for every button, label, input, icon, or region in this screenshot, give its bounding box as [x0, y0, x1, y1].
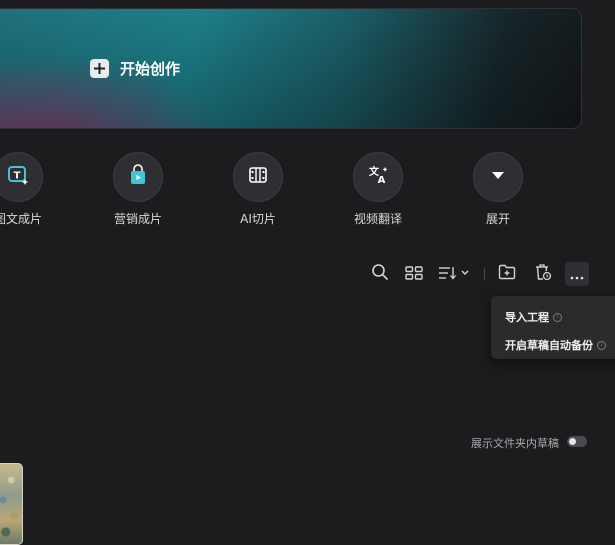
new-folder-icon: [498, 264, 516, 284]
svg-text:T: T: [14, 171, 21, 182]
more-menu: 导入工程 i 开启草稿自动备份 i: [491, 296, 615, 359]
sort-dropdown-button[interactable]: [438, 262, 472, 286]
more-button[interactable]: [565, 262, 589, 286]
tool-text-to-video[interactable]: T 图文成片: [0, 152, 63, 227]
tool-label: AI切片: [240, 212, 276, 226]
show-folder-drafts-toggle[interactable]: [567, 436, 587, 447]
trash-button[interactable]: [533, 262, 553, 286]
menu-item-label: 开启草稿自动备份: [505, 339, 593, 352]
tool-label: 图文成片: [0, 212, 42, 226]
create-banner[interactable]: 开始创作: [0, 8, 582, 129]
banner-overlay: [0, 9, 581, 128]
shopping-bag-icon: [127, 164, 149, 190]
menu-item-label: 导入工程: [505, 311, 549, 324]
tool-circle[interactable]: [113, 152, 163, 202]
info-icon[interactable]: i: [597, 340, 606, 350]
text-to-video-icon: T: [7, 164, 29, 190]
tool-expand[interactable]: 展开: [453, 152, 543, 227]
info-icon[interactable]: i: [553, 312, 562, 322]
svg-text:A: A: [378, 175, 386, 186]
search-icon: [371, 263, 389, 285]
tool-marketing-video[interactable]: 营销成片: [93, 152, 183, 227]
grid-view-icon: [405, 265, 423, 284]
show-folder-drafts-label: 展示文件夹内草稿: [471, 437, 559, 450]
tool-ai-clip[interactable]: AI切片: [213, 152, 303, 227]
tool-label: 展开: [485, 212, 510, 226]
tool-circle[interactable]: [473, 152, 523, 202]
film-strip-icon: [247, 164, 269, 190]
more-icon: [570, 265, 584, 284]
start-create-button[interactable]: 开始创作: [90, 58, 180, 79]
menu-item-auto-backup[interactable]: 开启草稿自动备份 i: [505, 337, 606, 353]
new-folder-button[interactable]: [497, 262, 517, 286]
view-toggle-button[interactable]: [403, 262, 425, 286]
tool-circle[interactable]: T: [0, 152, 43, 202]
tool-video-translate[interactable]: 文 A 视频翻译: [333, 152, 423, 227]
sort-icon: [438, 265, 472, 284]
chevron-down-icon: [487, 164, 509, 190]
tool-label: 营销成片: [113, 212, 162, 226]
start-create-label: 开始创作: [120, 60, 181, 78]
draft-thumbnail[interactable]: [0, 463, 23, 545]
toolbar-divider: [484, 268, 485, 280]
tool-circle[interactable]: [233, 152, 283, 202]
menu-item-import-project[interactable]: 导入工程 i: [505, 309, 562, 325]
search-button[interactable]: [370, 262, 390, 286]
tool-label: 视频翻译: [353, 212, 402, 226]
translate-icon: 文 A: [367, 164, 389, 190]
tool-circle[interactable]: 文 A: [353, 152, 403, 202]
plus-icon: [90, 59, 109, 78]
toggle-knob: [569, 438, 576, 445]
trash-icon: [534, 263, 552, 285]
